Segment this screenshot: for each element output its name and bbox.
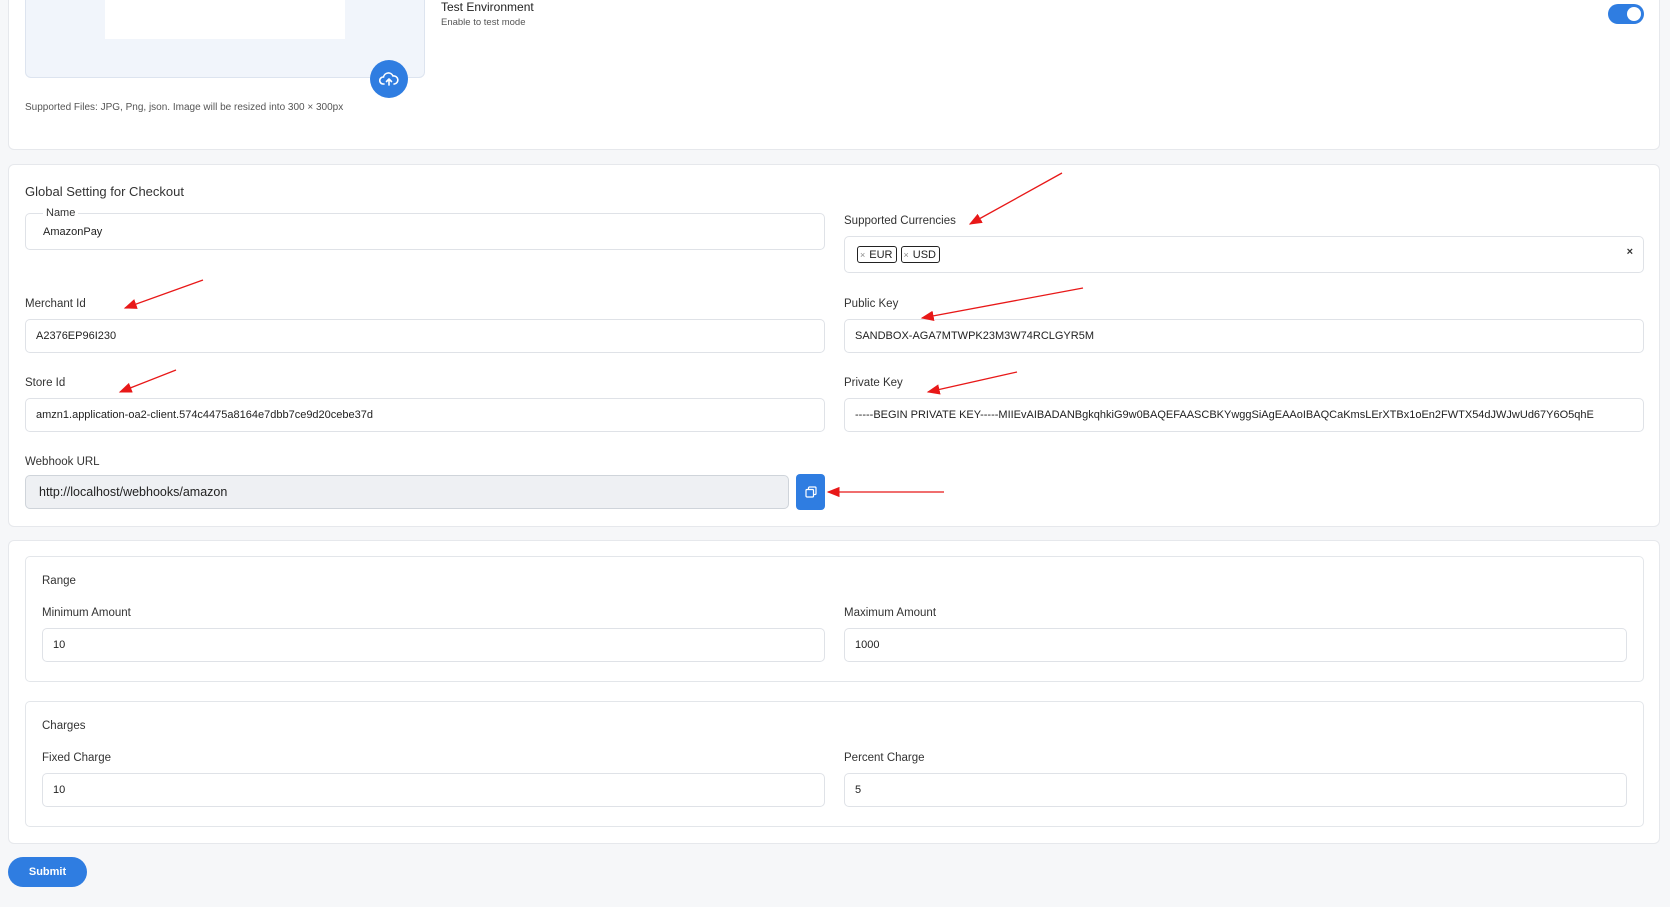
charges-title: Charges bbox=[42, 720, 86, 732]
minimum-amount-input[interactable]: 10 bbox=[42, 628, 825, 662]
range-title: Range bbox=[42, 575, 76, 587]
public-key-label: Public Key bbox=[844, 298, 899, 310]
name-label: Name bbox=[43, 207, 79, 219]
test-environment-toggle[interactable] bbox=[1608, 4, 1644, 24]
upload-button[interactable] bbox=[370, 60, 408, 98]
maximum-amount-input[interactable]: 1000 bbox=[844, 628, 1627, 662]
private-key-label: Private Key bbox=[844, 377, 903, 389]
logo-upload-area[interactable] bbox=[25, 0, 425, 78]
merchant-id-input[interactable]: A2376EP96I230 bbox=[25, 319, 825, 353]
name-input[interactable]: AmazonPay bbox=[25, 213, 825, 250]
copy-webhook-button[interactable] bbox=[796, 474, 825, 510]
supported-files-note: Supported Files: JPG, Png, json. Image w… bbox=[25, 102, 344, 113]
copy-icon bbox=[804, 486, 817, 498]
maximum-amount-label: Maximum Amount bbox=[844, 607, 937, 619]
cloud-upload-icon bbox=[379, 72, 399, 86]
supported-currencies-select[interactable]: × EUR × USD × bbox=[844, 236, 1644, 273]
supported-currencies-label: Supported Currencies bbox=[844, 215, 956, 227]
checkout-section-title: Global Setting for Checkout bbox=[25, 184, 184, 199]
test-environment-title: Test Environment bbox=[441, 0, 534, 14]
remove-tag-icon[interactable]: × bbox=[904, 250, 909, 260]
public-key-input[interactable]: SANDBOX-AGA7MTWPK23M3W74RCLGYR5M bbox=[844, 319, 1644, 353]
logo-preview bbox=[105, 0, 345, 39]
currency-tag[interactable]: × EUR bbox=[857, 246, 897, 263]
currency-tag[interactable]: × USD bbox=[900, 246, 940, 263]
webhook-url-label: Webhook URL bbox=[25, 456, 100, 468]
charges-section bbox=[25, 701, 1644, 827]
fixed-charge-input[interactable]: 10 bbox=[42, 773, 825, 807]
store-id-input[interactable]: amzn1.application-oa2-client.574c4475a81… bbox=[25, 398, 825, 432]
merchant-id-label: Merchant Id bbox=[25, 298, 86, 310]
remove-tag-icon[interactable]: × bbox=[860, 250, 865, 260]
fixed-charge-label: Fixed Charge bbox=[42, 752, 112, 764]
store-id-label: Store Id bbox=[25, 377, 66, 389]
minimum-amount-label: Minimum Amount bbox=[42, 607, 131, 619]
range-section bbox=[25, 556, 1644, 682]
test-environment-subtitle: Enable to test mode bbox=[441, 17, 526, 28]
private-key-input[interactable]: -----BEGIN PRIVATE KEY-----MIIEvAIBADANB… bbox=[844, 398, 1644, 432]
webhook-url-input[interactable]: http://localhost/webhooks/amazon bbox=[25, 475, 789, 509]
percent-charge-input[interactable]: 5 bbox=[844, 773, 1627, 807]
submit-button[interactable]: Submit bbox=[8, 857, 87, 887]
percent-charge-label: Percent Charge bbox=[844, 752, 925, 764]
clear-currencies-icon[interactable]: × bbox=[1627, 246, 1633, 258]
